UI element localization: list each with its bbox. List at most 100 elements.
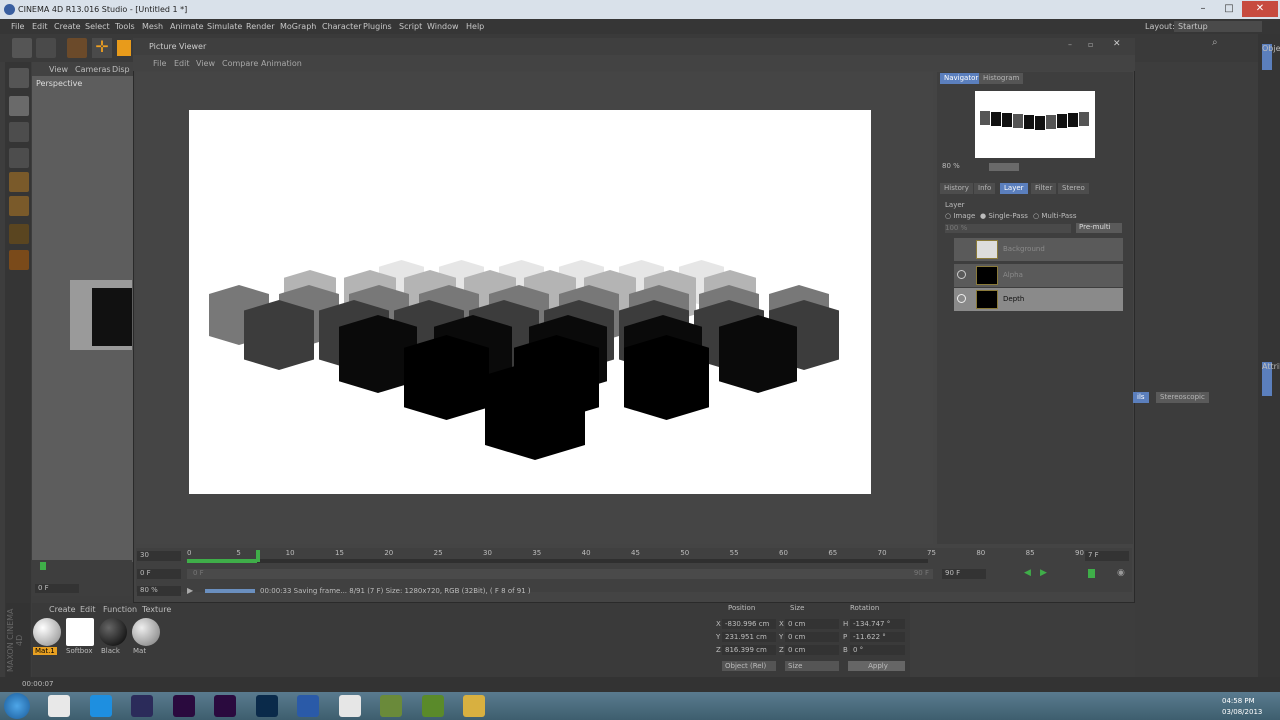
start-button-icon[interactable] (4, 693, 30, 719)
pv-menu-view[interactable]: View (196, 59, 215, 68)
menu-plugins[interactable]: Plugins (363, 22, 392, 31)
media-player-icon[interactable] (297, 695, 319, 717)
magnet-icon[interactable] (9, 250, 29, 270)
tab-filter[interactable]: Filter (1031, 183, 1057, 194)
end-frame-field[interactable]: 90 F (942, 569, 986, 579)
opacity-slider[interactable]: 100 % (945, 224, 1071, 233)
menu-select[interactable]: Select (85, 22, 110, 31)
navigator-zoom[interactable]: 80 % (942, 162, 960, 170)
menu-file[interactable]: File (11, 22, 24, 31)
tab-navigator[interactable]: Navigator (940, 73, 983, 84)
layout-select[interactable]: Startup (1174, 21, 1262, 32)
rotation-field[interactable]: -11.622 ° (850, 632, 905, 642)
timeline-playhead[interactable] (256, 550, 260, 562)
mat-menu-texture[interactable]: Texture (142, 605, 171, 614)
menu-create[interactable]: Create (54, 22, 81, 31)
close-button[interactable]: ✕ (1242, 1, 1278, 17)
record-icon[interactable] (1088, 569, 1095, 578)
move-icon[interactable]: ✛ (92, 38, 112, 58)
size-field[interactable]: 0 cm (785, 632, 839, 642)
rotation-field[interactable]: 0 ° (850, 645, 905, 655)
main-playhead[interactable] (40, 562, 46, 570)
mat-menu-edit[interactable]: Edit (80, 605, 96, 614)
model-mode-icon[interactable] (9, 96, 29, 116)
position-field[interactable]: 231.951 cm (722, 632, 776, 642)
layer-visibility-icon[interactable] (957, 270, 966, 279)
pv-zoom-field[interactable]: 80 % (137, 586, 181, 596)
size-mode-select[interactable]: Size (785, 661, 839, 671)
tab-info[interactable]: Info (974, 183, 996, 194)
search-icon[interactable]: ⌕ (1212, 37, 1224, 49)
menu-character[interactable]: Character (322, 22, 362, 31)
tab-layer[interactable]: Layer (1000, 183, 1028, 194)
maximize-button[interactable]: □ (1216, 1, 1242, 17)
menu-render[interactable]: Render (246, 22, 274, 31)
minecraft-icon[interactable] (421, 695, 444, 717)
pv-menu-compare[interactable]: Compare (222, 59, 258, 68)
texture-mode-icon[interactable] (9, 122, 29, 142)
folder-icon[interactable] (463, 695, 485, 717)
viewport-menu-display[interactable]: Disp (112, 65, 130, 74)
mode-singlepass-radio[interactable]: ● Single-Pass (980, 212, 1028, 220)
start-frame-field[interactable]: 0 F (137, 569, 181, 579)
material-swatch-mat[interactable] (132, 618, 160, 646)
current-frame-field[interactable]: 7 F (1085, 551, 1129, 561)
size-field[interactable]: 0 cm (785, 619, 839, 629)
menu-edit[interactable]: Edit (32, 22, 48, 31)
tab-stereoscopic[interactable]: Stereoscopic (1156, 392, 1209, 403)
cinema-4d-icon[interactable] (131, 695, 153, 717)
mat-menu-function[interactable]: Function (103, 605, 137, 614)
redo-icon[interactable] (36, 38, 56, 58)
scale-icon[interactable] (117, 40, 131, 56)
size-field[interactable]: 0 cm (785, 645, 839, 655)
pv-maximize-button[interactable]: ▫ (1088, 40, 1093, 49)
tab-histogram[interactable]: Histogram (979, 73, 1024, 84)
side-tab-attributes[interactable]: Attributes (1262, 362, 1280, 396)
pv-menu-file[interactable]: File (153, 59, 166, 68)
timeline-track[interactable] (187, 559, 928, 563)
play-backward-icon[interactable]: ◀ (1024, 568, 1031, 578)
menu-tools[interactable]: Tools (115, 22, 135, 31)
navigator-thumbnail[interactable] (975, 91, 1095, 158)
undo-icon[interactable] (12, 38, 32, 58)
axis-icon[interactable] (9, 224, 29, 244)
position-field[interactable]: -830.996 cm (722, 619, 776, 629)
ancestor-icon[interactable] (338, 695, 361, 717)
mode-multipass-radio[interactable]: ○ Multi-Pass (1033, 212, 1076, 220)
fps-field[interactable]: 30 (137, 551, 181, 561)
pv-menu-edit[interactable]: Edit (174, 59, 190, 68)
side-tab-objects[interactable]: Objects (1262, 44, 1280, 70)
timeline-settings-icon[interactable]: ◉ (1117, 568, 1125, 578)
workplane-icon[interactable] (9, 148, 29, 168)
rotation-field[interactable]: -134.747 ° (850, 619, 905, 629)
tab-attributes-basic[interactable]: ils (1133, 392, 1149, 403)
material-swatch-mat1[interactable] (33, 618, 61, 646)
layer-visibility-icon[interactable] (957, 294, 966, 303)
navigator-zoom-slider[interactable] (989, 163, 1019, 171)
material-swatch-black[interactable] (99, 618, 127, 646)
blend-mode-select[interactable]: Pre-multi (1076, 223, 1122, 233)
skype-icon[interactable] (89, 695, 112, 717)
ps-icon[interactable] (255, 695, 278, 717)
tab-history[interactable]: History (940, 183, 973, 194)
apply-button[interactable]: Apply (848, 661, 905, 671)
pv-close-button[interactable]: ✕ (1113, 39, 1121, 49)
layer-row-depth[interactable]: Depth (954, 288, 1123, 311)
menu-animate[interactable]: Animate (170, 22, 204, 31)
pv-minimize-button[interactable]: – (1068, 40, 1072, 49)
menu-mograph[interactable]: MoGraph (280, 22, 316, 31)
mat-menu-create[interactable]: Create (49, 605, 76, 614)
layer-row-background[interactable]: Background (954, 238, 1123, 261)
edges-mode-icon[interactable] (9, 196, 29, 216)
material-swatch-softbox[interactable] (66, 618, 94, 646)
menu-mesh[interactable]: Mesh (142, 22, 163, 31)
pr-icon[interactable] (214, 695, 236, 717)
pv-menu-animation[interactable]: Animation (261, 59, 302, 68)
main-frame-field[interactable]: 0 F (35, 584, 79, 593)
rendered-image[interactable] (189, 110, 871, 494)
points-mode-icon[interactable] (9, 172, 29, 192)
menu-simulate[interactable]: Simulate (207, 22, 242, 31)
chrome-icon[interactable] (48, 695, 70, 717)
viewport-menu-cameras[interactable]: Cameras (75, 65, 111, 74)
minimize-button[interactable]: – (1190, 1, 1216, 17)
